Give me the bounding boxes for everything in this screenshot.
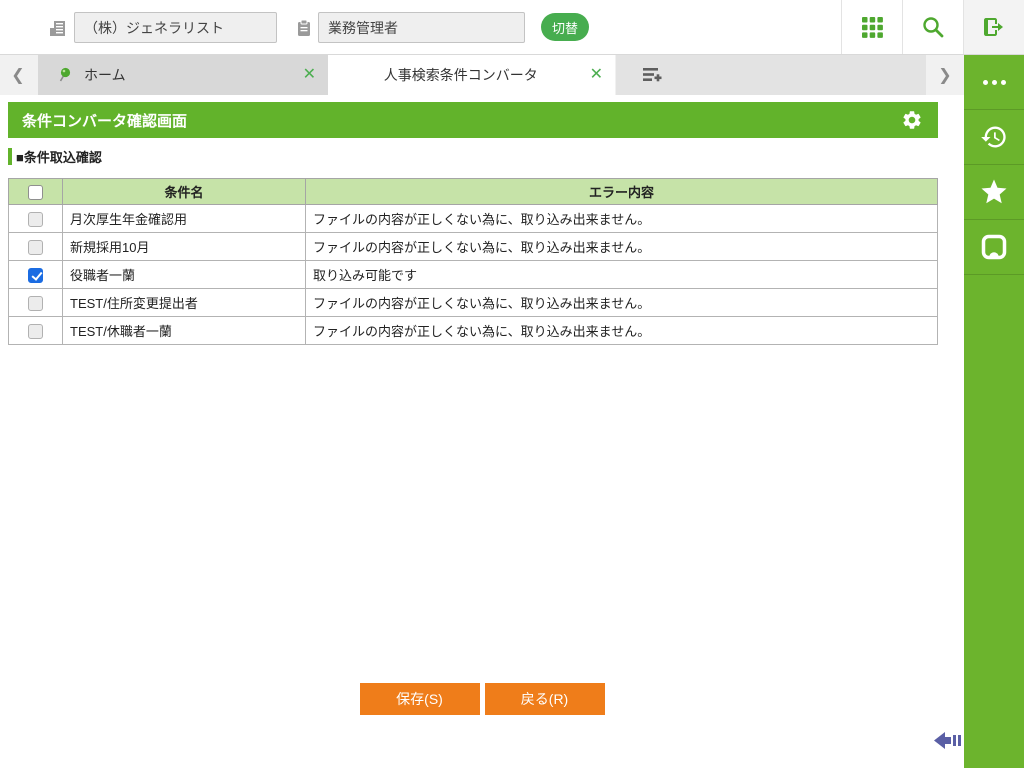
history-button[interactable] xyxy=(964,110,1024,165)
tab-home-label: ホーム xyxy=(84,67,126,83)
gear-icon xyxy=(903,111,921,129)
search-icon xyxy=(923,17,944,38)
condition-name: TEST/住所変更提出者 xyxy=(62,288,306,317)
role-input[interactable] xyxy=(318,12,525,43)
section-title: ■条件取込確認 xyxy=(16,150,102,165)
table-row: 月次厚生年金確認用 ファイルの内容が正しくない為に、取り込み出来ません。 xyxy=(8,204,938,233)
save-button[interactable]: 保存(S) xyxy=(359,683,480,715)
apps-menu-button[interactable] xyxy=(841,0,902,54)
tab-home[interactable]: ホーム ✕ xyxy=(38,55,328,95)
section-heading: ■条件取込確認 xyxy=(8,147,102,166)
search-button[interactable] xyxy=(902,0,963,54)
condition-name: 月次厚生年金確認用 xyxy=(62,204,306,233)
condition-name: 役職者一蘭 xyxy=(62,260,306,289)
action-bar: 保存(S) 戻る(R) xyxy=(0,683,964,715)
back-button[interactable]: 戻る(R) xyxy=(484,683,605,715)
building-icon xyxy=(50,21,65,36)
condition-name: 新規採用10月 xyxy=(62,232,306,261)
table-row: 新規採用10月 ファイルの内容が正しくない為に、取り込み出来ません。 xyxy=(8,232,938,261)
more-icon xyxy=(982,79,1006,85)
error-message: ファイルの内容が正しくない為に、取り込み出来ません。 xyxy=(305,204,938,233)
notebook-button[interactable] xyxy=(964,220,1024,275)
star-icon xyxy=(981,179,1007,204)
table-row: TEST/休職者一蘭 ファイルの内容が正しくない為に、取り込み出来ません。 xyxy=(8,316,938,345)
row-checkbox[interactable] xyxy=(28,323,43,339)
page-title: 条件コンバータ確認画面 xyxy=(22,112,188,130)
error-message: ファイルの内容が正しくない為に、取り込み出来ません。 xyxy=(305,316,938,345)
condition-name: TEST/休職者一蘭 xyxy=(62,316,306,345)
row-checkbox[interactable] xyxy=(28,295,43,311)
header-error: エラー内容 xyxy=(305,178,938,205)
logout-button[interactable] xyxy=(963,0,1024,54)
tab-scroll-left-icon[interactable]: ❮ xyxy=(0,55,36,95)
history-icon xyxy=(981,126,1006,148)
pin-icon xyxy=(59,67,71,82)
topbar: 切替 xyxy=(0,0,1024,55)
company-input[interactable] xyxy=(74,12,277,43)
error-message: ファイルの内容が正しくない為に、取り込み出来ません。 xyxy=(305,288,938,317)
error-message: ファイルの内容が正しくない為に、取り込み出来ません。 xyxy=(305,232,938,261)
row-checkbox[interactable] xyxy=(28,267,43,283)
collapse-arrow-icon xyxy=(934,732,961,749)
section-accent-bar xyxy=(8,148,12,165)
tab-converter[interactable]: 人事検索条件コンバータ ✕ xyxy=(328,55,615,95)
tab-add-area[interactable] xyxy=(616,55,926,95)
favorites-button[interactable] xyxy=(964,165,1024,220)
add-tab-icon xyxy=(643,68,662,82)
logout-icon xyxy=(984,18,1003,36)
header-name: 条件名 xyxy=(62,178,306,205)
table-row: 役職者一蘭 取り込み可能です xyxy=(8,260,938,289)
table-row: TEST/住所変更提出者 ファイルの内容が正しくない為に、取り込み出来ません。 xyxy=(8,288,938,317)
table-header-row: 条件名 エラー内容 xyxy=(8,178,938,205)
tab-scroll-right-icon[interactable]: ❯ xyxy=(926,55,964,95)
condition-table: 条件名 エラー内容 月次厚生年金確認用 ファイルの内容が正しくない為に、取り込み… xyxy=(8,178,938,345)
tab-converter-label: 人事検索条件コンバータ xyxy=(383,67,538,83)
sidebar-collapse-button[interactable] xyxy=(934,731,962,750)
header-select-cell xyxy=(8,178,63,205)
tab-bar: ❮ ホーム ✕ 人事検索条件コンバータ ✕ ❯ xyxy=(0,55,964,95)
row-checkbox[interactable] xyxy=(28,239,43,255)
more-button[interactable] xyxy=(964,55,1024,110)
app-window: 切替 ❮ xyxy=(0,0,1024,768)
tab-converter-close-icon[interactable]: ✕ xyxy=(590,67,603,83)
row-checkbox[interactable] xyxy=(28,211,43,227)
right-sidebar xyxy=(964,55,1024,768)
switch-button[interactable]: 切替 xyxy=(541,13,589,41)
page-header: 条件コンバータ確認画面 xyxy=(8,102,938,138)
select-all-checkbox[interactable] xyxy=(28,184,43,200)
settings-button[interactable] xyxy=(886,102,938,138)
error-message: 取り込み可能です xyxy=(305,260,938,289)
notebook-icon xyxy=(981,234,1007,260)
grid-icon xyxy=(861,16,883,38)
tab-home-close-icon[interactable]: ✕ xyxy=(303,67,316,83)
clipboard-icon xyxy=(298,19,310,36)
